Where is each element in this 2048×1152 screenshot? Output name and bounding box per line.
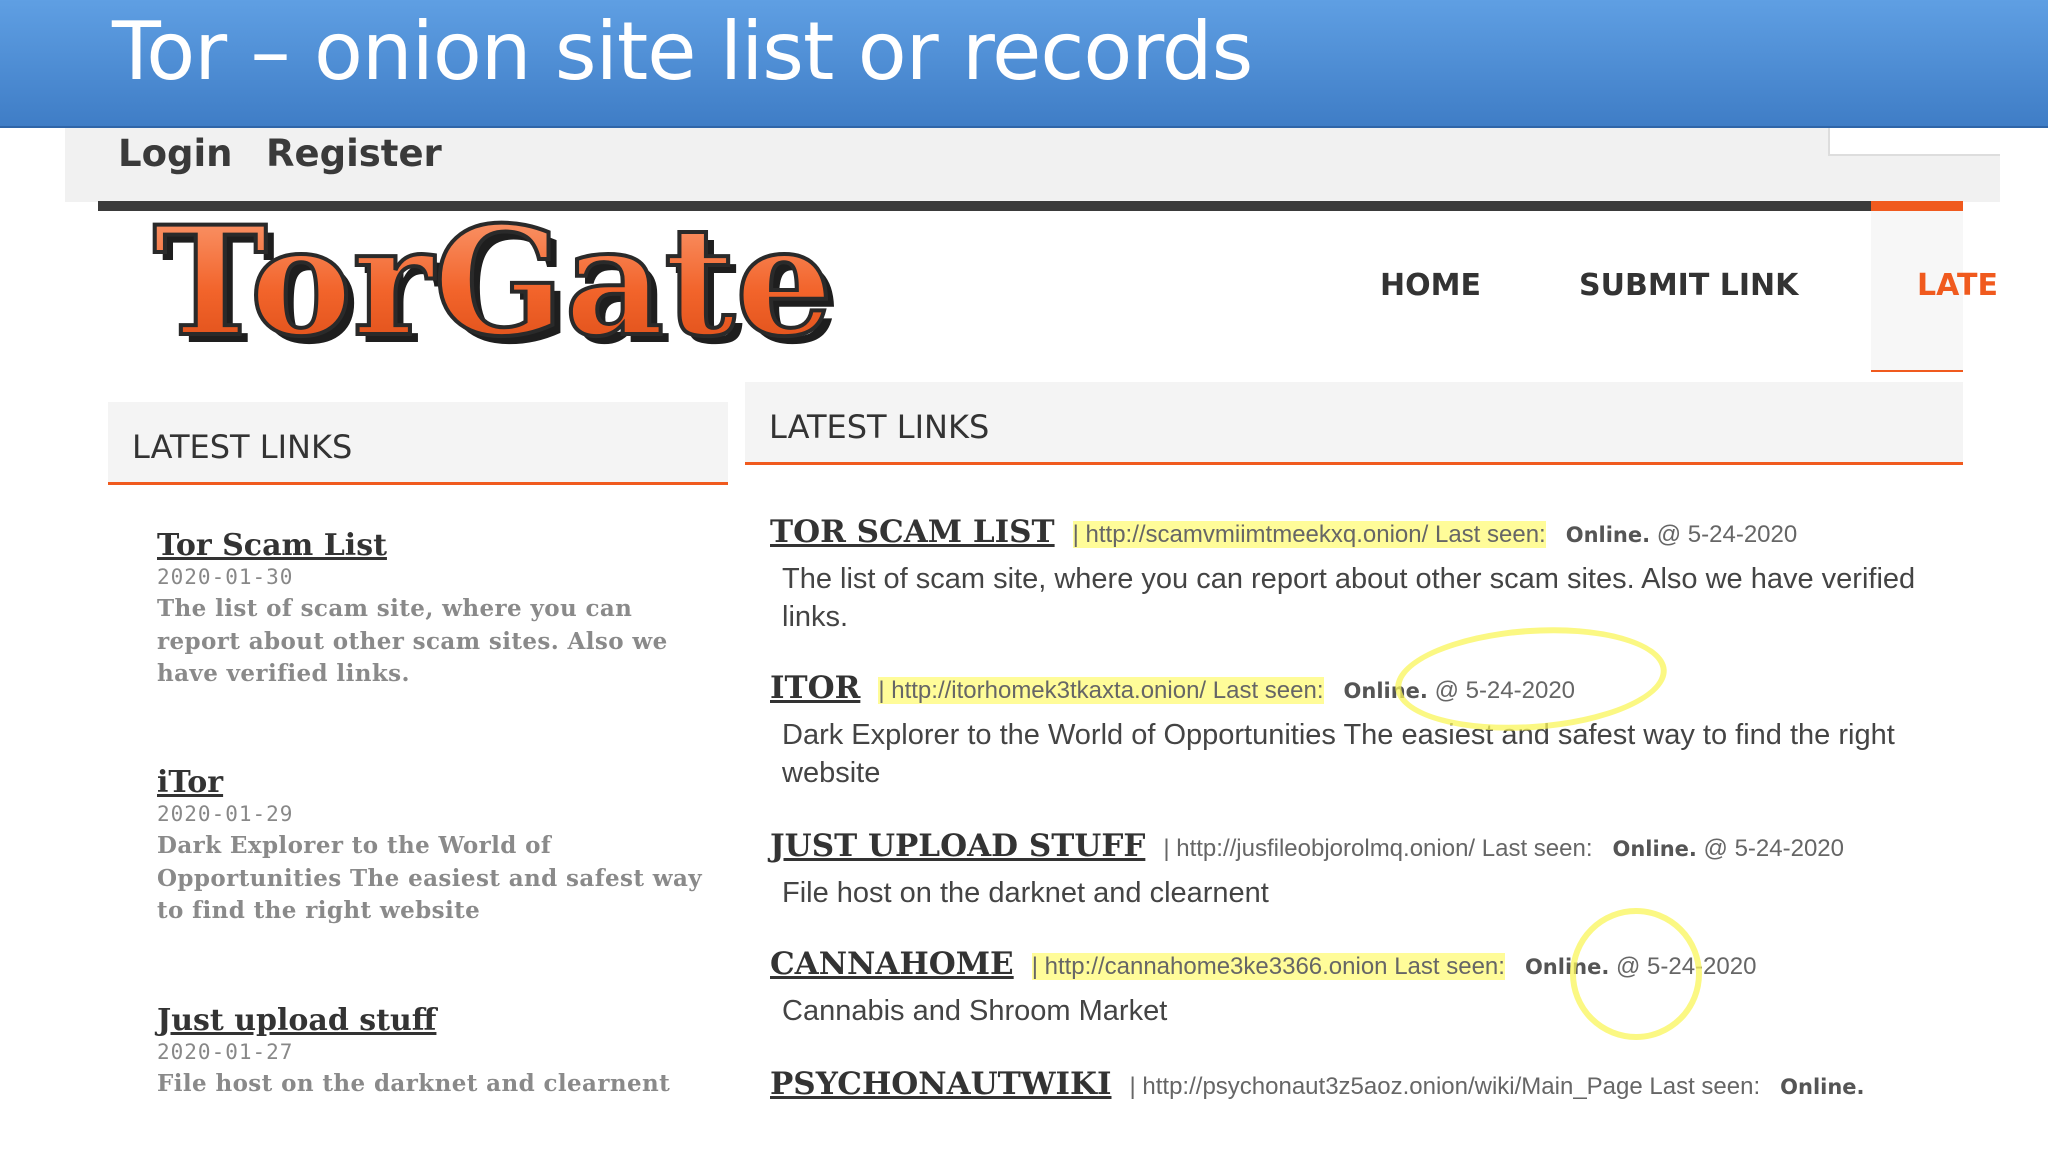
login-link[interactable]: Login <box>118 132 233 175</box>
link-entry-date: @ 5-24-2020 <box>1703 835 1844 862</box>
top-bar: Login Register <box>65 128 2000 202</box>
sidebar-item: Tor Scam List 2020-01-30 The list of sca… <box>157 528 717 691</box>
link-entry-url[interactable]: | http://scamvmiimtmeekxq.onion/ Last se… <box>1072 521 1546 548</box>
link-entry-row: CANNAHOME | http://cannahome3ke3366.onion… <box>770 946 1960 982</box>
link-entry-name[interactable]: ITOR <box>770 670 860 706</box>
link-entry-description: The list of scam site, where you can rep… <box>782 563 1916 633</box>
main-heading: LATEST LINKS <box>769 408 990 446</box>
link-entry: PSYCHONAUTWIKI | http://psychonaut3z5aoz.… <box>770 1066 1960 1102</box>
link-entry-url[interactable]: | http://itorhomek3tkaxta.onion/ Last se… <box>878 677 1324 704</box>
link-entry-row: JUST UPLOAD STUFF | http://jusfileobjorol… <box>770 828 1960 864</box>
sidebar-item-title[interactable]: Tor Scam List <box>157 528 717 563</box>
link-entry-status: Online. <box>1565 523 1651 547</box>
torgate-logo[interactable]: TorGate TorGate <box>141 220 871 360</box>
sidebar-item-summary: The list of scam site, where you can rep… <box>157 595 668 687</box>
link-entry-status: Online. <box>1780 1075 1865 1099</box>
sidebar-item: Just upload stuff 2020-01-27 File host o… <box>157 1003 717 1101</box>
link-entry: CANNAHOME | http://cannahome3ke3366.onion… <box>770 946 1960 1030</box>
link-entry-url[interactable]: | http://jusfileobjorolmq.onion/ Last se… <box>1163 835 1592 862</box>
sidebar-item-date: 2020-01-29 <box>157 802 294 826</box>
sidebar-item-summary: Dark Explorer to the World of Opportunit… <box>157 832 703 924</box>
highlight-circle <box>1570 908 1702 1040</box>
link-entry-row: ITOR | http://itorhomek3tkaxta.onion/ Las… <box>770 670 1960 706</box>
logo-text: TorGate <box>153 220 833 360</box>
nav-submit-link[interactable]: SUBMIT LINK <box>1579 268 1798 303</box>
sidebar-item-date: 2020-01-27 <box>157 1040 294 1064</box>
link-entry: ITOR | http://itorhomek3tkaxta.onion/ Las… <box>770 670 1960 792</box>
sidebar-item-title[interactable]: Just upload stuff <box>157 1003 717 1038</box>
link-entry-name[interactable]: CANNAHOME <box>770 946 1014 982</box>
link-entry-url[interactable]: | http://psychonaut3z5aoz.onion/wiki/Mai… <box>1130 1073 1761 1100</box>
active-tab-underline <box>1871 370 1963 372</box>
main-header: LATEST LINKS <box>745 382 1963 465</box>
sidebar-heading: LATEST LINKS <box>132 428 353 466</box>
sidebar-item-date: 2020-01-30 <box>157 565 294 589</box>
link-entry-description: Dark Explorer to the World of Opportunit… <box>782 719 1895 789</box>
link-entry-date: @ 5-24-2020 <box>1656 521 1798 548</box>
screenshot: Login Register HOME SUBMIT LINK LATE Tor… <box>65 128 2000 1134</box>
sidebar-header: LATEST LINKS <box>108 402 728 485</box>
slide-title: Tor – onion site list or records <box>112 5 1253 98</box>
link-entry-row: TOR SCAM LIST | http://scamvmiimtmeekxq.o… <box>770 514 1960 550</box>
nav-home[interactable]: HOME <box>1380 268 1481 303</box>
divider-bar <box>98 201 1904 211</box>
link-entry-name[interactable]: JUST UPLOAD STUFF <box>770 828 1145 864</box>
link-entry-url[interactable]: | http://cannahome3ke3366.onion Last see… <box>1031 953 1505 980</box>
link-entry-row: PSYCHONAUTWIKI | http://psychonaut3z5aoz.… <box>770 1066 1960 1102</box>
link-entry-name[interactable]: PSYCHONAUTWIKI <box>770 1066 1112 1102</box>
link-entry-name[interactable]: TOR SCAM LIST <box>770 514 1055 550</box>
search-box[interactable] <box>1828 128 2000 156</box>
link-entry-status: Online. <box>1612 837 1697 861</box>
link-entry: JUST UPLOAD STUFF | http://jusfileobjorol… <box>770 828 1960 912</box>
register-link[interactable]: Register <box>266 132 442 175</box>
sidebar-item-summary: File host on the darknet and clearnent <box>157 1070 671 1097</box>
link-entry: TOR SCAM LIST | http://scamvmiimtmeekxq.o… <box>770 514 1960 636</box>
link-entry-description: Cannabis and Shroom Market <box>782 995 1168 1027</box>
link-entry-description: File host on the darknet and clearnent <box>782 877 1269 909</box>
sidebar-item-title[interactable]: iTor <box>157 765 717 800</box>
active-tab-bar <box>1871 201 1963 211</box>
nav-latest[interactable]: LATE <box>1917 268 1998 303</box>
sidebar-item: iTor 2020-01-29 Dark Explorer to the Wor… <box>157 765 717 928</box>
slide-header: Tor – onion site list or records <box>0 0 2048 128</box>
